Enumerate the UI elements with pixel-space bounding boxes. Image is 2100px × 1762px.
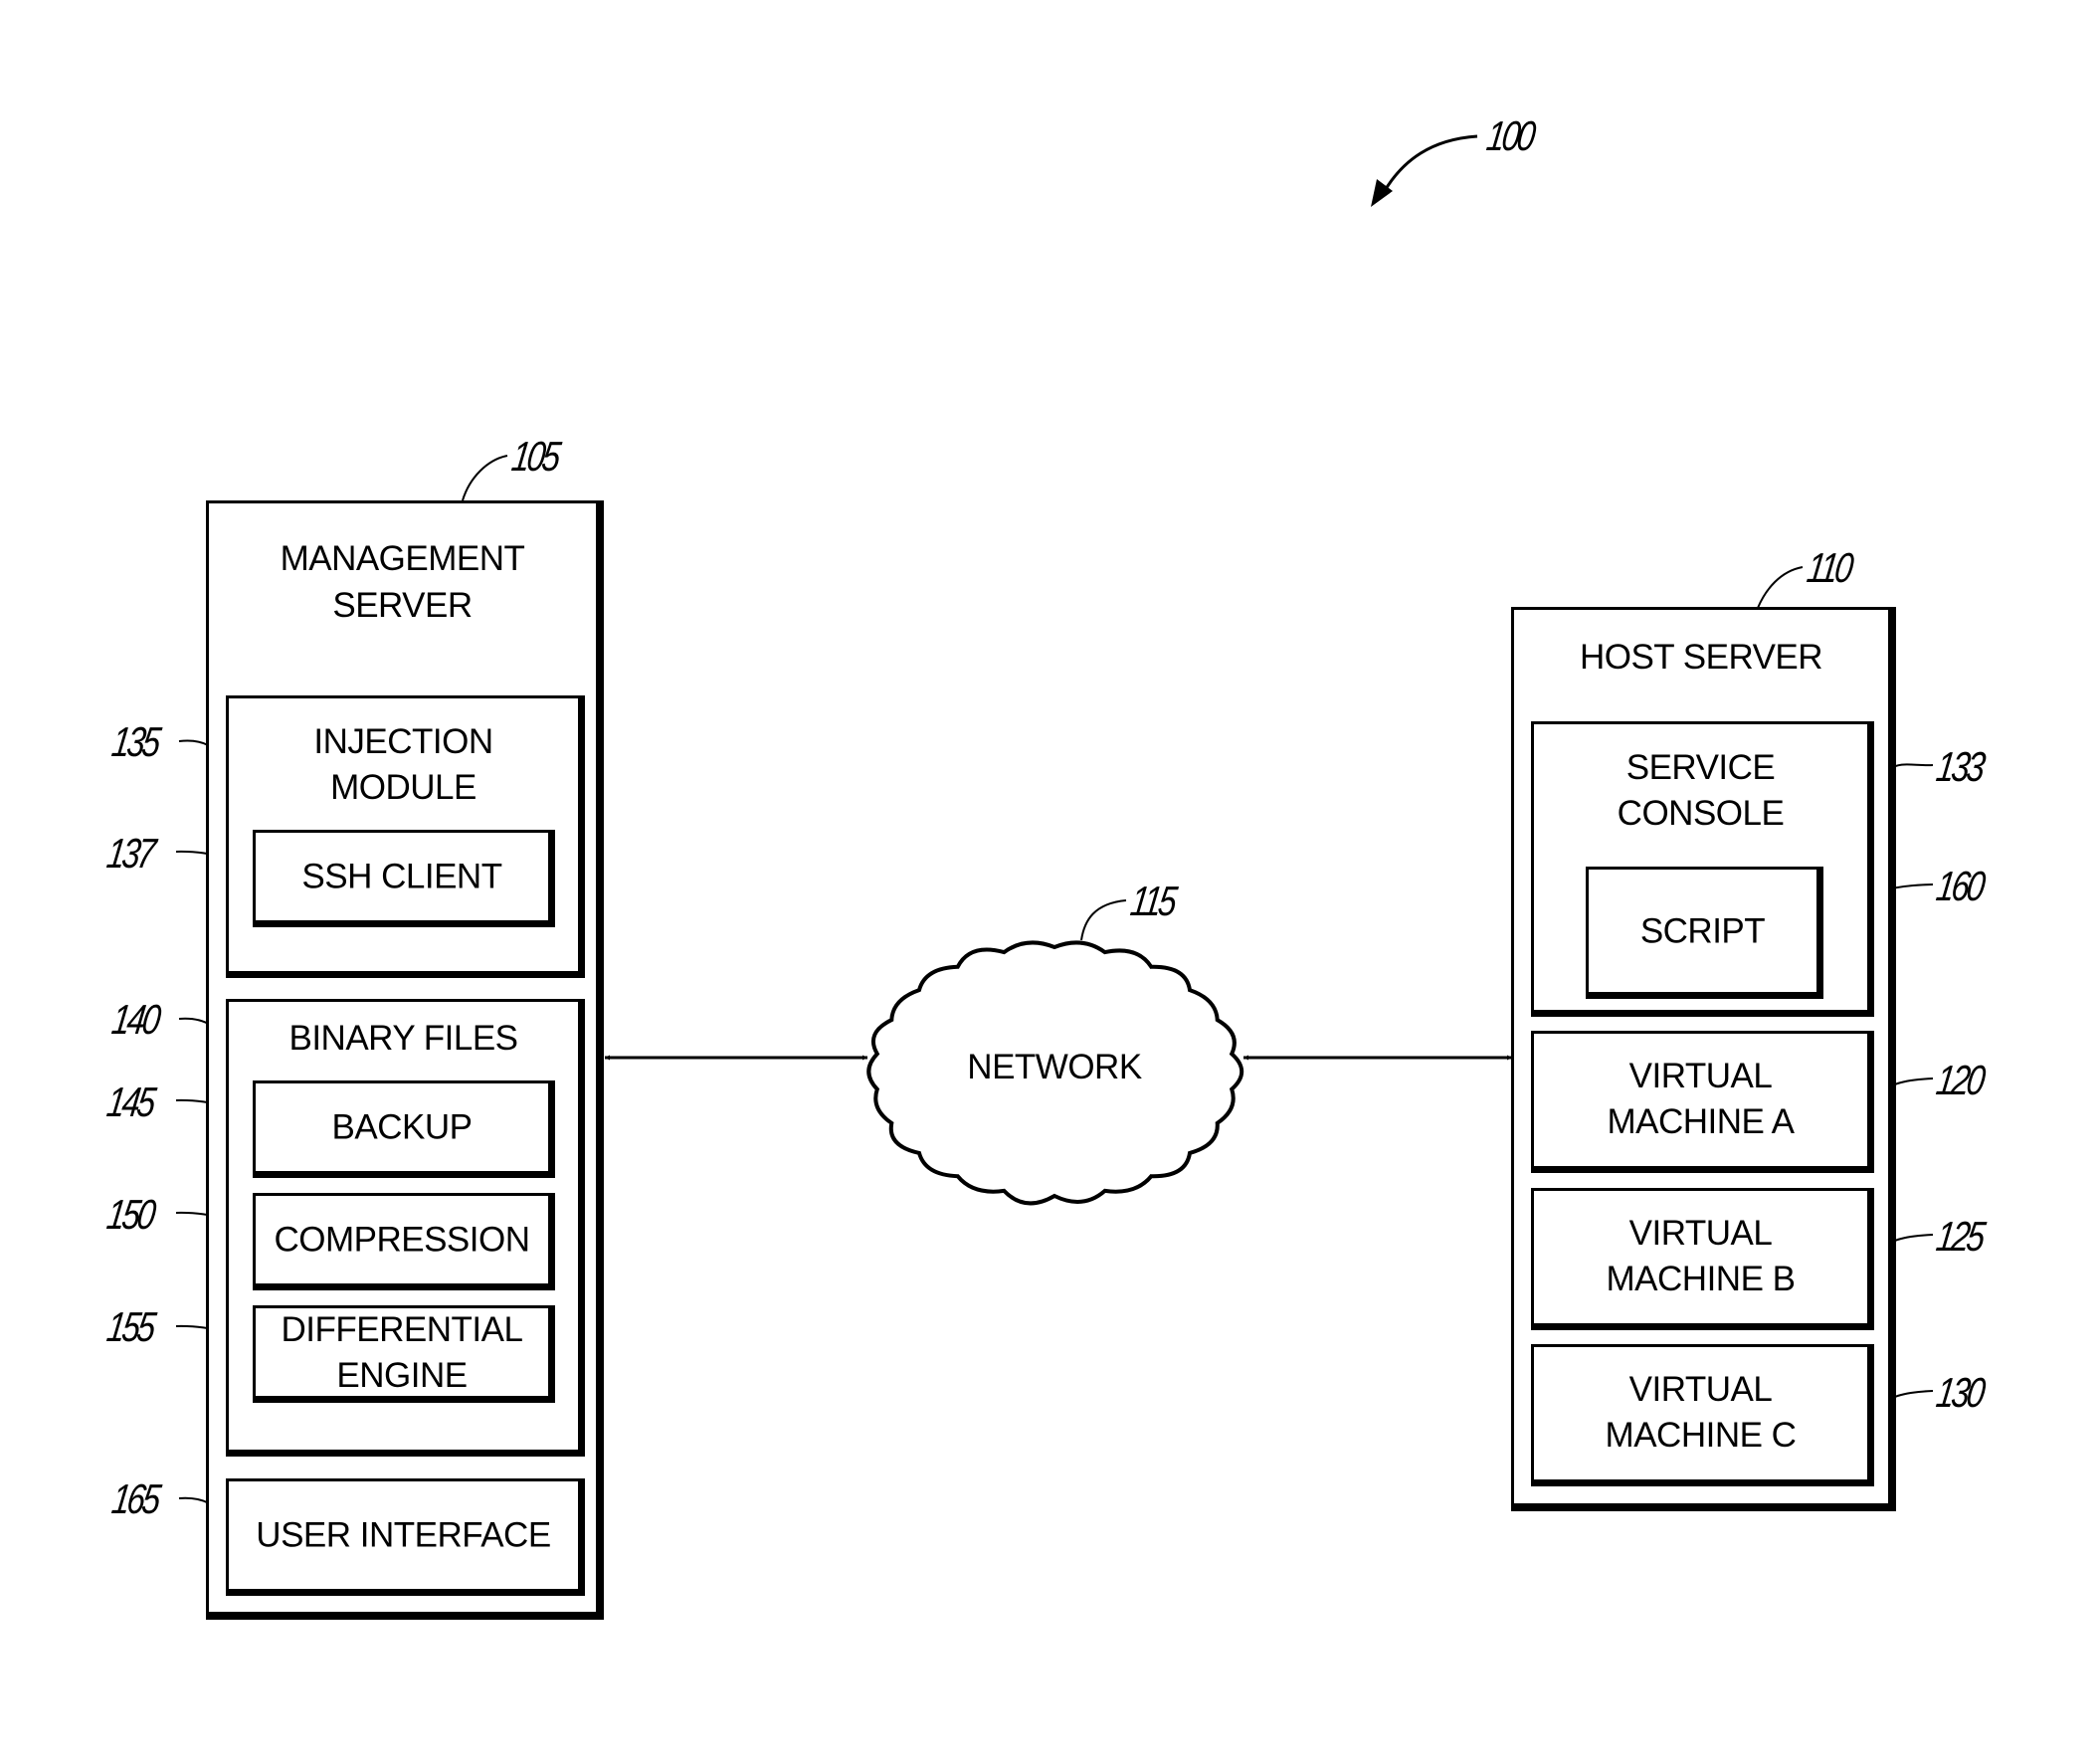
vm-a-label-1: VIRTUAL bbox=[1628, 1057, 1773, 1095]
leader-115 bbox=[1080, 899, 1127, 941]
ssh-client-box[interactable]: SSH CLIENT bbox=[253, 830, 555, 927]
figure-arrowhead bbox=[1371, 179, 1393, 207]
ref-137: 137 bbox=[103, 830, 156, 877]
figure-ref-100: 100 bbox=[1483, 112, 1536, 159]
script-label: SCRIPT bbox=[1639, 911, 1766, 950]
management-server-title-1: MANAGEMENT bbox=[280, 539, 525, 578]
ref-115: 115 bbox=[1127, 878, 1178, 924]
virtual-machine-c-box[interactable]: VIRTUAL MACHINE C bbox=[1531, 1344, 1874, 1486]
differential-engine-label-1: DIFFERENTIAL bbox=[281, 1310, 523, 1349]
vm-a-label-2: MACHINE A bbox=[1607, 1102, 1795, 1141]
user-interface-label: USER INTERFACE bbox=[256, 1515, 551, 1555]
vm-b-label-1: VIRTUAL bbox=[1628, 1214, 1773, 1253]
ref-135: 135 bbox=[108, 718, 161, 765]
service-console-title-1: SERVICE bbox=[1625, 748, 1776, 787]
ref-120: 120 bbox=[1933, 1057, 1986, 1103]
ref-130: 130 bbox=[1933, 1369, 1986, 1416]
script-box[interactable]: SCRIPT bbox=[1586, 867, 1823, 999]
ref-165: 165 bbox=[108, 1475, 161, 1522]
user-interface-box[interactable]: USER INTERFACE bbox=[226, 1478, 585, 1596]
leader-133 bbox=[1889, 763, 1934, 770]
virtual-machine-b-box[interactable]: VIRTUAL MACHINE B bbox=[1531, 1188, 1874, 1330]
ref-140: 140 bbox=[108, 996, 161, 1043]
vm-c-label-2: MACHINE C bbox=[1605, 1416, 1797, 1455]
host-server-title: HOST SERVER bbox=[1579, 638, 1823, 677]
injection-module-title-2: MODULE bbox=[330, 768, 477, 807]
management-server-title-2: SERVER bbox=[332, 586, 473, 625]
differential-engine-box[interactable]: DIFFERENTIAL ENGINE bbox=[253, 1305, 555, 1403]
ref-125: 125 bbox=[1933, 1213, 1986, 1260]
backup-box[interactable]: BACKUP bbox=[253, 1080, 555, 1178]
network-label: NETWORK bbox=[967, 1048, 1142, 1086]
ref-150: 150 bbox=[103, 1191, 156, 1238]
compression-label: COMPRESSION bbox=[274, 1220, 530, 1260]
leader-110 bbox=[1757, 566, 1804, 609]
ref-105: 105 bbox=[508, 433, 561, 480]
service-console-title-2: CONSOLE bbox=[1617, 794, 1785, 833]
binary-files-title: BINARY FILES bbox=[288, 1019, 518, 1058]
ref-110: 110 bbox=[1804, 544, 1854, 591]
leader-105 bbox=[462, 455, 508, 501]
vm-b-label-2: MACHINE B bbox=[1606, 1260, 1796, 1298]
ref-133: 133 bbox=[1933, 743, 1986, 790]
ssh-client-label: SSH CLIENT bbox=[301, 857, 502, 896]
figure-leader-arrow bbox=[1381, 134, 1478, 195]
backup-label: BACKUP bbox=[331, 1107, 473, 1147]
ref-160: 160 bbox=[1933, 863, 1986, 909]
injection-module-title-1: INJECTION bbox=[313, 722, 493, 761]
differential-engine-label-2: ENGINE bbox=[336, 1356, 468, 1395]
compression-box[interactable]: COMPRESSION bbox=[253, 1193, 555, 1290]
ref-145: 145 bbox=[103, 1078, 156, 1125]
virtual-machine-a-box[interactable]: VIRTUAL MACHINE A bbox=[1531, 1031, 1874, 1173]
vm-c-label-1: VIRTUAL bbox=[1628, 1370, 1773, 1409]
ref-155: 155 bbox=[103, 1303, 156, 1350]
